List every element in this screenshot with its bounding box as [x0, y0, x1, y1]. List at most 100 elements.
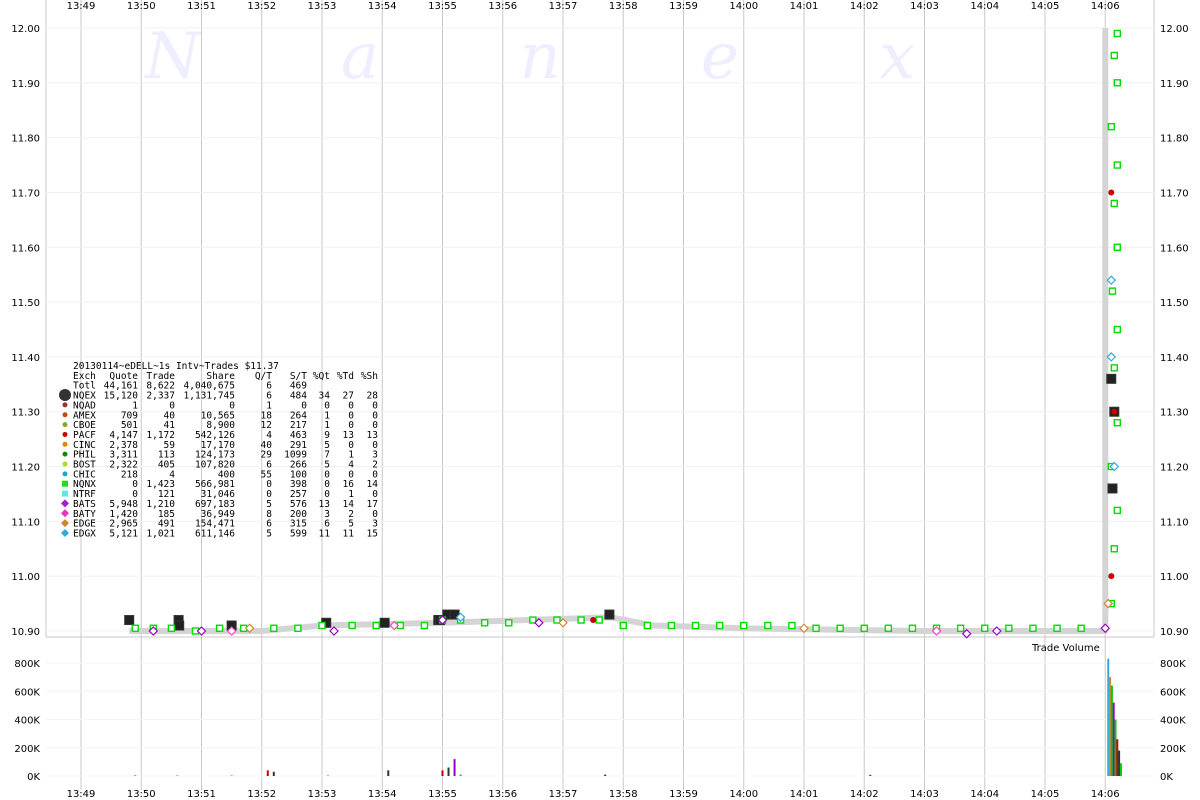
time-label-bottom: 13:55 [428, 789, 457, 800]
price-point-nqnx [981, 624, 989, 632]
price-tick-left: 11.20 [11, 463, 40, 474]
volume-bar [176, 775, 179, 776]
time-label-top: 14:02 [850, 1, 879, 12]
price-point-nqnx [1113, 161, 1122, 169]
price-point-pacf [1108, 573, 1115, 580]
legend-marker [62, 451, 68, 457]
legend-marker [62, 412, 68, 418]
volume-bar [447, 767, 450, 776]
legend-marker [62, 441, 68, 447]
volume-bar [134, 775, 137, 776]
price-tick-right: 11.80 [1160, 134, 1189, 145]
price-tick-left: 10.90 [11, 627, 40, 638]
price-tick-right: 11.00 [1160, 572, 1189, 583]
volume-bar [230, 775, 233, 776]
time-label-top: 14:03 [910, 1, 939, 12]
legend-header: %Qt [313, 371, 330, 382]
price-point-pacf [590, 617, 597, 624]
price-point-nqex [1106, 373, 1117, 384]
price-point-nqnx [1113, 243, 1122, 251]
price-point-nqnx [270, 624, 278, 632]
time-label-top: 13:51 [187, 1, 216, 12]
price-point-nqnx [715, 621, 724, 630]
legend-marker [62, 422, 68, 428]
time-label-top: 13:58 [609, 1, 638, 12]
time-label-bottom: 14:05 [1031, 789, 1060, 800]
time-label-top: 13:54 [368, 1, 397, 12]
legend-cell: 5,121 [109, 528, 138, 539]
price-point-nqnx [691, 621, 700, 630]
volume-title: Trade Volume [1031, 643, 1100, 654]
price-tick-right: 12.00 [1160, 24, 1189, 35]
time-label-bottom: 13:50 [127, 789, 156, 800]
price-point-nqnx [372, 621, 380, 630]
volume-bar [1110, 685, 1113, 776]
price-point-nqnx [884, 624, 893, 632]
price-point-nqnx [348, 621, 356, 630]
time-label-bottom: 13:57 [549, 789, 578, 800]
price-tick-left: 11.90 [11, 79, 40, 90]
price-tick-left: 12.00 [11, 24, 40, 35]
legend-cell: 1,021 [146, 528, 175, 539]
volume-tick-right: 0K [1160, 772, 1173, 783]
time-label-bottom: 13:49 [67, 789, 96, 800]
price-point-nqnx [1077, 624, 1085, 632]
price-point-nqnx [812, 624, 820, 632]
time-label-bottom: 14:00 [729, 789, 758, 800]
price-point-nqnx [1113, 506, 1122, 515]
price-point-nqnx [1108, 287, 1117, 295]
price-point-nqnx [643, 621, 652, 630]
volume-bar [1118, 750, 1121, 776]
price-point-nqex [1107, 483, 1118, 494]
volume-bar [1112, 702, 1115, 776]
time-label-top: 13:56 [488, 1, 517, 12]
time-label-top: 13:57 [549, 1, 578, 12]
volume-bar [869, 774, 872, 776]
price-tick-left: 11.50 [11, 298, 40, 309]
price-point-pacf [1108, 189, 1115, 196]
price-point-nqnx [1110, 545, 1118, 553]
price-point-nqex [604, 609, 615, 620]
time-label-bottom: 13:56 [488, 789, 517, 800]
price-tick-right: 11.40 [1160, 353, 1189, 364]
legend-cell: 15 [367, 528, 378, 539]
price-point-nqnx [740, 621, 748, 630]
price-point-nqnx [1113, 29, 1122, 38]
legend-cell: 11 [319, 528, 331, 539]
volume-tick-left: 600K [14, 687, 40, 698]
time-label-top: 14:05 [1031, 1, 1060, 12]
legend-cell: EDGX [73, 528, 96, 539]
volume-tick-left: 800K [14, 659, 40, 670]
time-label-top: 13:55 [428, 1, 457, 12]
price-point-nqnx [577, 616, 585, 624]
legend-header: %Sh [361, 371, 378, 382]
legend-marker [62, 461, 68, 467]
nanex-price-volume-chart: N a n e x 12.00 12.0011.90 11.9011.80 11.80… [0, 0, 1200, 800]
volume-bar [453, 759, 456, 776]
legend-marker [62, 402, 68, 408]
price-point-nqnx [956, 624, 965, 632]
legend-marker [62, 480, 68, 487]
price-point-nqnx [619, 621, 627, 630]
price-point-nqnx [860, 624, 868, 632]
time-label-bottom: 14:03 [910, 789, 939, 800]
price-tick-left: 11.80 [11, 134, 40, 145]
price-point-nqnx [294, 624, 302, 632]
volume-bar [327, 775, 330, 776]
time-label-bottom: 13:52 [247, 789, 276, 800]
legend-cell: 611,146 [195, 528, 235, 539]
volume-bar [441, 770, 444, 776]
time-label-top: 14:00 [729, 1, 758, 12]
price-tick-left: 11.70 [11, 188, 40, 199]
price-tick-right: 11.20 [1160, 463, 1189, 474]
price-point-pacf [1111, 408, 1118, 415]
volume-bar [266, 770, 269, 776]
price-tick-right: 11.70 [1160, 188, 1189, 199]
time-label-top: 14:06 [1091, 1, 1120, 12]
price-point-nqnx [908, 624, 917, 632]
time-label-top: 13:50 [127, 1, 156, 12]
price-point-nqnx [1107, 122, 1115, 131]
volume-tick-left: 200K [14, 744, 40, 755]
legend-marker [59, 389, 71, 402]
price-point-nqnx [1110, 51, 1118, 60]
